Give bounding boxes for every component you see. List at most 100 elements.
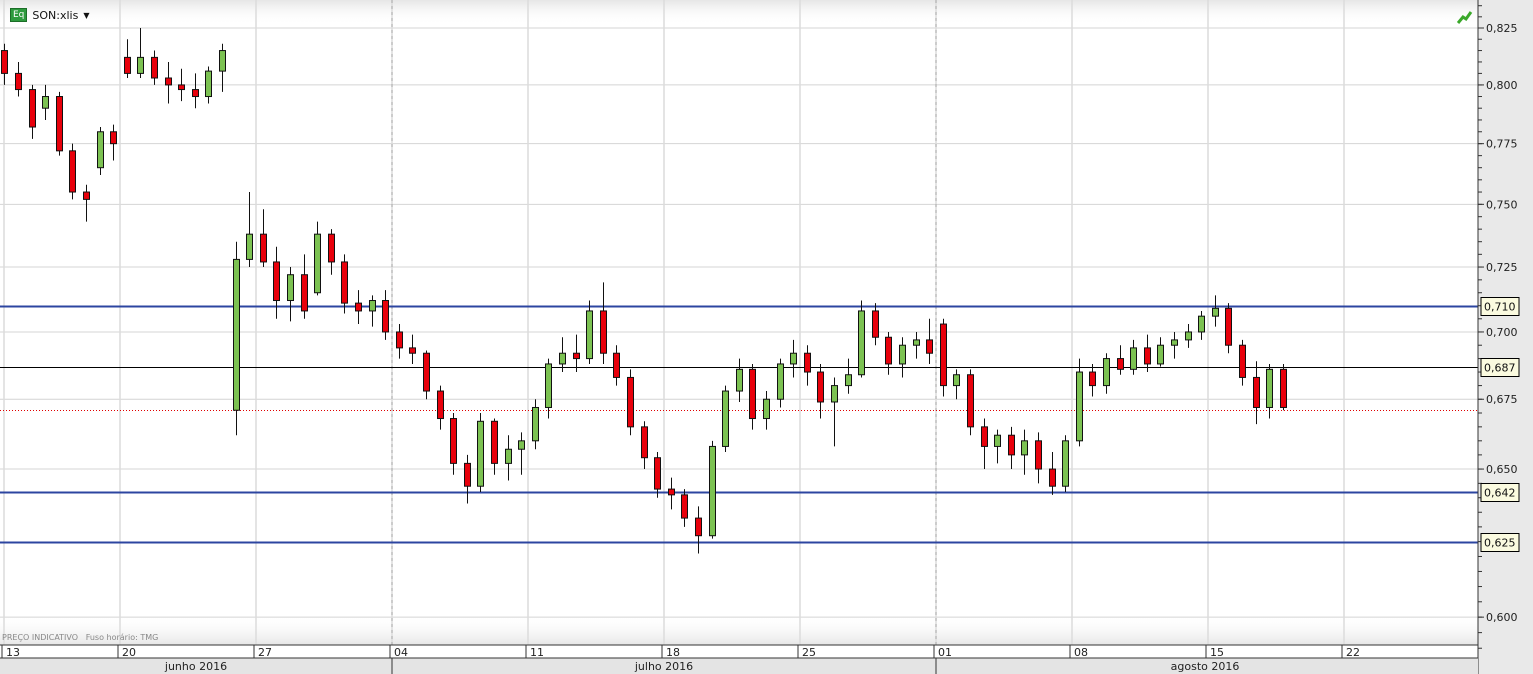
candle-down xyxy=(600,310,607,354)
candle-up xyxy=(369,300,376,312)
candle-up xyxy=(1021,440,1028,456)
candle-down xyxy=(491,420,498,464)
candle-up xyxy=(518,440,525,450)
candle-up xyxy=(777,363,784,400)
candle-up xyxy=(1212,307,1219,317)
candle-up xyxy=(953,374,960,387)
candle-down xyxy=(804,352,811,373)
candle-down xyxy=(437,390,444,420)
candle-up xyxy=(1062,440,1069,487)
level-label: 0,642 xyxy=(1484,487,1516,500)
candle-down xyxy=(29,89,36,128)
candle-down xyxy=(450,418,457,464)
candle-down xyxy=(423,352,430,392)
x-tick-label: 15 xyxy=(1210,646,1224,659)
candle-down xyxy=(1,50,8,74)
candle-up xyxy=(219,50,226,72)
candle-down xyxy=(681,494,688,519)
candle-down xyxy=(273,261,280,302)
trend-up-icon[interactable] xyxy=(1457,10,1473,24)
candle-up xyxy=(42,96,49,109)
candle-down xyxy=(817,371,824,403)
y-tick-label: 0,775 xyxy=(1486,138,1518,151)
x-tick-label: 18 xyxy=(666,646,680,659)
candle-down xyxy=(967,374,974,428)
candle-up xyxy=(1171,339,1178,346)
candle-down xyxy=(409,347,416,354)
candle-down xyxy=(654,457,661,490)
candle-down xyxy=(1008,434,1015,456)
candle-down xyxy=(69,150,76,193)
x-tick-label: 04 xyxy=(394,646,408,659)
candle-down xyxy=(885,336,892,365)
candle-up xyxy=(858,310,865,376)
y-tick-label: 0,800 xyxy=(1486,79,1518,92)
candle-down xyxy=(328,233,335,263)
candle-up xyxy=(709,445,716,537)
candle-down xyxy=(110,131,117,145)
candle-down xyxy=(940,323,947,387)
candle-up xyxy=(899,344,906,365)
x-tick-label: 22 xyxy=(1346,646,1360,659)
candle-down xyxy=(1049,468,1056,487)
x-tick-label: 11 xyxy=(530,646,544,659)
candle-down xyxy=(627,376,634,428)
candle-down xyxy=(355,302,362,312)
level-label: 0,625 xyxy=(1484,537,1516,550)
level-label: 0,710 xyxy=(1484,301,1516,314)
candle-down xyxy=(573,352,580,360)
candle-down xyxy=(695,517,702,537)
candle-up xyxy=(845,374,852,387)
candle-up xyxy=(246,233,253,260)
candle-down xyxy=(151,56,158,79)
candle-down xyxy=(260,233,267,263)
candle-down xyxy=(1280,368,1287,408)
candle-up xyxy=(763,398,770,420)
y-tick-label: 0,700 xyxy=(1486,326,1518,339)
candle-up xyxy=(1157,344,1164,365)
candle-down xyxy=(1225,307,1232,346)
candle-down xyxy=(124,56,131,74)
candle-down xyxy=(341,261,348,304)
candle-down xyxy=(641,426,648,459)
candle-down xyxy=(1144,347,1151,365)
candle-down xyxy=(15,72,22,91)
candle-up xyxy=(1266,368,1273,408)
candle-down xyxy=(668,488,675,496)
candle-up xyxy=(505,448,512,464)
x-tick-label: 25 xyxy=(802,646,816,659)
top-shade xyxy=(0,0,1478,25)
candle-down xyxy=(83,191,90,200)
instrument-header[interactable]: Eq SON:xlis ▼ xyxy=(10,8,90,22)
bottom-shade xyxy=(0,615,1478,645)
candle-down xyxy=(301,274,308,312)
candle-down xyxy=(396,331,403,349)
candle-up xyxy=(545,363,552,408)
x-tick-label: 13 xyxy=(6,646,20,659)
y-tick-label: 0,600 xyxy=(1486,611,1518,624)
month-label: junho 2016 xyxy=(164,660,227,673)
candle-down xyxy=(178,84,185,91)
candle-down xyxy=(1253,376,1260,408)
candle-up xyxy=(831,385,838,403)
month-label: julho 2016 xyxy=(634,660,693,673)
candle-up xyxy=(1185,331,1192,341)
candle-up xyxy=(97,131,104,169)
timezone-label: Fuso horário: TMG xyxy=(85,633,159,642)
candle-up xyxy=(314,233,321,294)
symbol-label: SON:xlis xyxy=(32,8,79,22)
candle-down xyxy=(1117,358,1124,370)
candle-up xyxy=(137,56,144,74)
candle-down xyxy=(1239,344,1246,378)
candle-down xyxy=(192,89,199,98)
candle-down xyxy=(749,368,756,420)
candle-up xyxy=(477,420,484,487)
level-label: 0,687 xyxy=(1484,362,1516,375)
candle-up xyxy=(722,390,729,447)
candle-down xyxy=(981,426,988,447)
x-tick-label: 01 xyxy=(938,646,952,659)
candle-up xyxy=(532,406,539,442)
candle-up xyxy=(790,352,797,365)
candle-up xyxy=(287,274,294,302)
triangle-down-icon[interactable]: ▼ xyxy=(83,11,89,20)
